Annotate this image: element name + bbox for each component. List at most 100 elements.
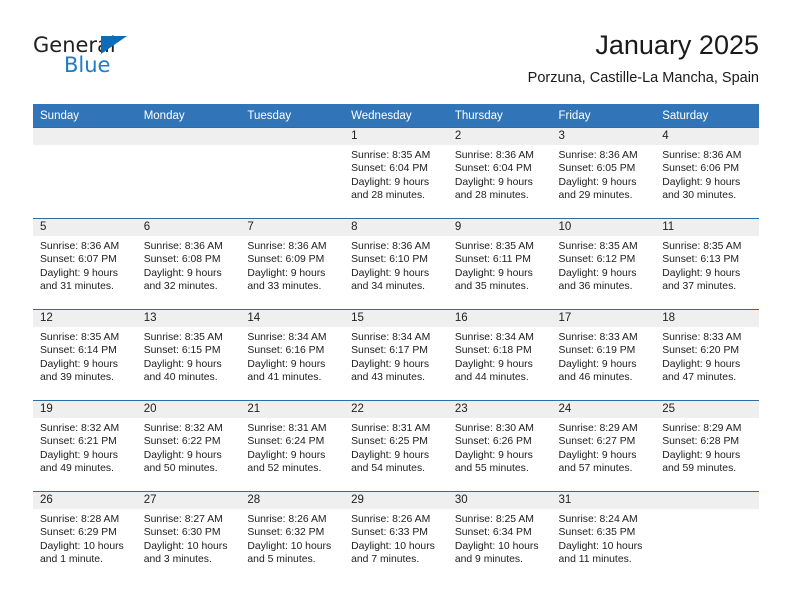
day-details: Sunrise: 8:35 AM Sunset: 6:13 PM Daylight:… — [655, 236, 759, 294]
day-details: Sunrise: 8:32 AM Sunset: 6:21 PM Daylight:… — [33, 418, 137, 476]
calendar-day-cell[interactable]: 23 Sunrise: 8:30 AM Sunset: 6:26 PM Dayligh… — [447, 400, 552, 492]
calendar-day-cell[interactable]: 20 Sunrise: 8:32 AM Sunset: 6:22 PM Dayligh… — [136, 400, 241, 492]
daylight-text-line1: Daylight: 9 hours — [662, 358, 741, 370]
day-number: 15 — [344, 310, 448, 327]
calendar-day-cell[interactable]: 29 Sunrise: 8:26 AM Sunset: 6:33 PM Dayligh… — [344, 491, 448, 582]
sunset-text: Sunset: 6:30 PM — [143, 527, 221, 539]
daylight-text-line2: and 46 minutes. — [558, 372, 633, 384]
daylight-text-line2: and 41 minutes. — [247, 372, 322, 384]
daylight-text-line2: and 9 minutes. — [454, 554, 523, 566]
weekday-header-saturday: Saturday — [655, 104, 759, 128]
calendar-day-cell[interactable]: 13 Sunrise: 8:35 AM Sunset: 6:15 PM Dayligh… — [136, 309, 241, 401]
calendar-day-cell[interactable]: 28 Sunrise: 8:26 AM Sunset: 6:32 PM Dayligh… — [240, 491, 345, 582]
calendar-day-cell[interactable]: 1 Sunrise: 8:35 AM Sunset: 6:04 PM Daylight… — [344, 127, 448, 219]
daylight-text-line1: Daylight: 9 hours — [247, 267, 326, 279]
daylight-text-line1: Daylight: 10 hours — [351, 540, 435, 552]
daylight-text-line1: Daylight: 9 hours — [558, 358, 637, 370]
calendar-day-cell[interactable]: 17 Sunrise: 8:33 AM Sunset: 6:19 PM Dayligh… — [551, 309, 656, 401]
day-number: 8 — [344, 219, 448, 236]
sunset-text: Sunset: 6:20 PM — [662, 345, 740, 357]
day-number: 9 — [447, 219, 552, 236]
calendar-day-cell[interactable]: 11 Sunrise: 8:35 AM Sunset: 6:13 PM Dayligh… — [655, 218, 759, 310]
sunset-text: Sunset: 6:16 PM — [247, 345, 325, 357]
sunset-text: Sunset: 6:07 PM — [40, 254, 117, 266]
calendar-day-cell[interactable]: 5 Sunrise: 8:36 AM Sunset: 6:07 PM Daylight… — [33, 218, 137, 310]
sunset-text: Sunset: 6:12 PM — [558, 254, 636, 266]
day-details: Sunrise: 8:30 AM Sunset: 6:26 PM Daylight:… — [448, 418, 552, 476]
calendar-day-cell[interactable]: 3 Sunrise: 8:36 AM Sunset: 6:05 PM Daylight… — [551, 127, 656, 219]
calendar-day-cell[interactable]: 25 Sunrise: 8:29 AM Sunset: 6:28 PM Dayligh… — [655, 400, 759, 492]
calendar-day-cell[interactable]: 18 Sunrise: 8:33 AM Sunset: 6:20 PM Dayligh… — [655, 309, 759, 401]
sunrise-text: Sunrise: 8:27 AM — [143, 514, 223, 525]
weekday-header-tuesday: Tuesday — [240, 104, 345, 128]
day-number — [655, 492, 759, 509]
day-number — [33, 128, 137, 145]
daylight-text-line2: and 57 minutes. — [558, 463, 633, 475]
sunset-text: Sunset: 6:13 PM — [662, 254, 740, 266]
daylight-text-line1: Daylight: 9 hours — [662, 176, 741, 188]
daylight-text-line2: and 37 minutes. — [662, 281, 737, 293]
calendar-day-cell[interactable]: 8 Sunrise: 8:36 AM Sunset: 6:10 PM Daylight… — [344, 218, 448, 310]
calendar-week-row: 1 Sunrise: 8:35 AM Sunset: 6:04 PM Daylight… — [33, 127, 759, 219]
daylight-text-line2: and 59 minutes. — [662, 463, 737, 475]
weekday-header-sunday: Sunday — [33, 104, 137, 128]
sunrise-text: Sunrise: 8:36 AM — [40, 241, 120, 252]
day-number: 4 — [655, 128, 759, 145]
daylight-text-line2: and 7 minutes. — [351, 554, 420, 566]
sunrise-text: Sunrise: 8:36 AM — [454, 150, 534, 161]
daylight-text-line1: Daylight: 9 hours — [143, 449, 222, 461]
day-details: Sunrise: 8:36 AM Sunset: 6:04 PM Daylight:… — [448, 145, 552, 203]
calendar-day-cell[interactable]: 2 Sunrise: 8:36 AM Sunset: 6:04 PM Daylight… — [447, 127, 552, 219]
daylight-text-line2: and 43 minutes. — [351, 372, 426, 384]
calendar-day-cell[interactable]: 15 Sunrise: 8:34 AM Sunset: 6:17 PM Dayligh… — [344, 309, 448, 401]
calendar-day-cell[interactable]: 30 Sunrise: 8:25 AM Sunset: 6:34 PM Dayligh… — [447, 491, 552, 582]
calendar-day-cell[interactable]: 22 Sunrise: 8:31 AM Sunset: 6:25 PM Dayligh… — [344, 400, 448, 492]
sunset-text: Sunset: 6:04 PM — [351, 163, 428, 175]
calendar-day-cell[interactable]: 4 Sunrise: 8:36 AM Sunset: 6:06 PM Daylight… — [655, 127, 759, 219]
page-subtitle: Porzuna, Castille-La Mancha, Spain — [527, 70, 759, 86]
calendar-day-cell[interactable]: 26 Sunrise: 8:28 AM Sunset: 6:29 PM Dayligh… — [33, 491, 137, 582]
day-number: 17 — [551, 310, 656, 327]
day-number: 27 — [136, 492, 241, 509]
day-details: Sunrise: 8:36 AM Sunset: 6:06 PM Daylight:… — [655, 145, 759, 203]
calendar-day-cell[interactable]: 27 Sunrise: 8:27 AM Sunset: 6:30 PM Dayligh… — [136, 491, 241, 582]
day-number: 1 — [344, 128, 448, 145]
day-number: 12 — [33, 310, 137, 327]
calendar-day-cell[interactable]: 14 Sunrise: 8:34 AM Sunset: 6:16 PM Dayligh… — [240, 309, 345, 401]
calendar-day-cell[interactable]: 19 Sunrise: 8:32 AM Sunset: 6:21 PM Dayligh… — [33, 400, 137, 492]
daylight-text-line1: Daylight: 9 hours — [40, 358, 118, 370]
sunrise-text: Sunrise: 8:36 AM — [247, 241, 327, 252]
calendar-day-cell[interactable]: 7 Sunrise: 8:36 AM Sunset: 6:09 PM Daylight… — [240, 218, 345, 310]
day-number: 24 — [551, 401, 656, 418]
sunset-text: Sunset: 6:15 PM — [143, 345, 221, 357]
daylight-text-line1: Daylight: 10 hours — [454, 540, 539, 552]
calendar-day-cell[interactable]: 31 Sunrise: 8:24 AM Sunset: 6:35 PM Dayligh… — [551, 491, 656, 582]
calendar-day-cell[interactable]: 12 Sunrise: 8:35 AM Sunset: 6:14 PM Dayligh… — [33, 309, 137, 401]
sunrise-text: Sunrise: 8:31 AM — [351, 423, 431, 434]
calendar-week-row: 12 Sunrise: 8:35 AM Sunset: 6:14 PM Dayligh… — [33, 309, 759, 401]
sunrise-text: Sunrise: 8:34 AM — [247, 332, 327, 343]
sunset-text: Sunset: 6:25 PM — [351, 436, 428, 448]
sunset-text: Sunset: 6:33 PM — [351, 527, 428, 539]
calendar-day-cell[interactable]: 24 Sunrise: 8:29 AM Sunset: 6:27 PM Dayligh… — [551, 400, 656, 492]
sunrise-text: Sunrise: 8:35 AM — [662, 241, 742, 252]
daylight-text-line2: and 55 minutes. — [454, 463, 529, 475]
calendar-week-row: 19 Sunrise: 8:32 AM Sunset: 6:21 PM Dayligh… — [33, 400, 759, 492]
day-details: Sunrise: 8:33 AM Sunset: 6:20 PM Daylight:… — [655, 327, 759, 385]
daylight-text-line2: and 50 minutes. — [143, 463, 218, 475]
calendar-day-cell[interactable]: 10 Sunrise: 8:35 AM Sunset: 6:12 PM Dayligh… — [551, 218, 656, 310]
day-number: 21 — [240, 401, 345, 418]
day-number: 23 — [447, 401, 552, 418]
day-number: 30 — [447, 492, 552, 509]
calendar-week-row: 5 Sunrise: 8:36 AM Sunset: 6:07 PM Daylight… — [33, 218, 759, 310]
sunrise-text: Sunrise: 8:36 AM — [143, 241, 223, 252]
page-title: January 2025 — [595, 30, 759, 60]
daylight-text-line1: Daylight: 9 hours — [247, 358, 326, 370]
day-number: 29 — [344, 492, 448, 509]
calendar-day-cell[interactable]: 9 Sunrise: 8:35 AM Sunset: 6:11 PM Daylight… — [447, 218, 552, 310]
day-details — [655, 509, 759, 513]
calendar-day-cell[interactable]: 16 Sunrise: 8:34 AM Sunset: 6:18 PM Dayligh… — [447, 309, 552, 401]
calendar-day-cell[interactable]: 6 Sunrise: 8:36 AM Sunset: 6:08 PM Daylight… — [136, 218, 241, 310]
calendar-day-cell[interactable]: 21 Sunrise: 8:31 AM Sunset: 6:24 PM Dayligh… — [240, 400, 345, 492]
day-details: Sunrise: 8:24 AM Sunset: 6:35 PM Daylight:… — [552, 509, 656, 567]
